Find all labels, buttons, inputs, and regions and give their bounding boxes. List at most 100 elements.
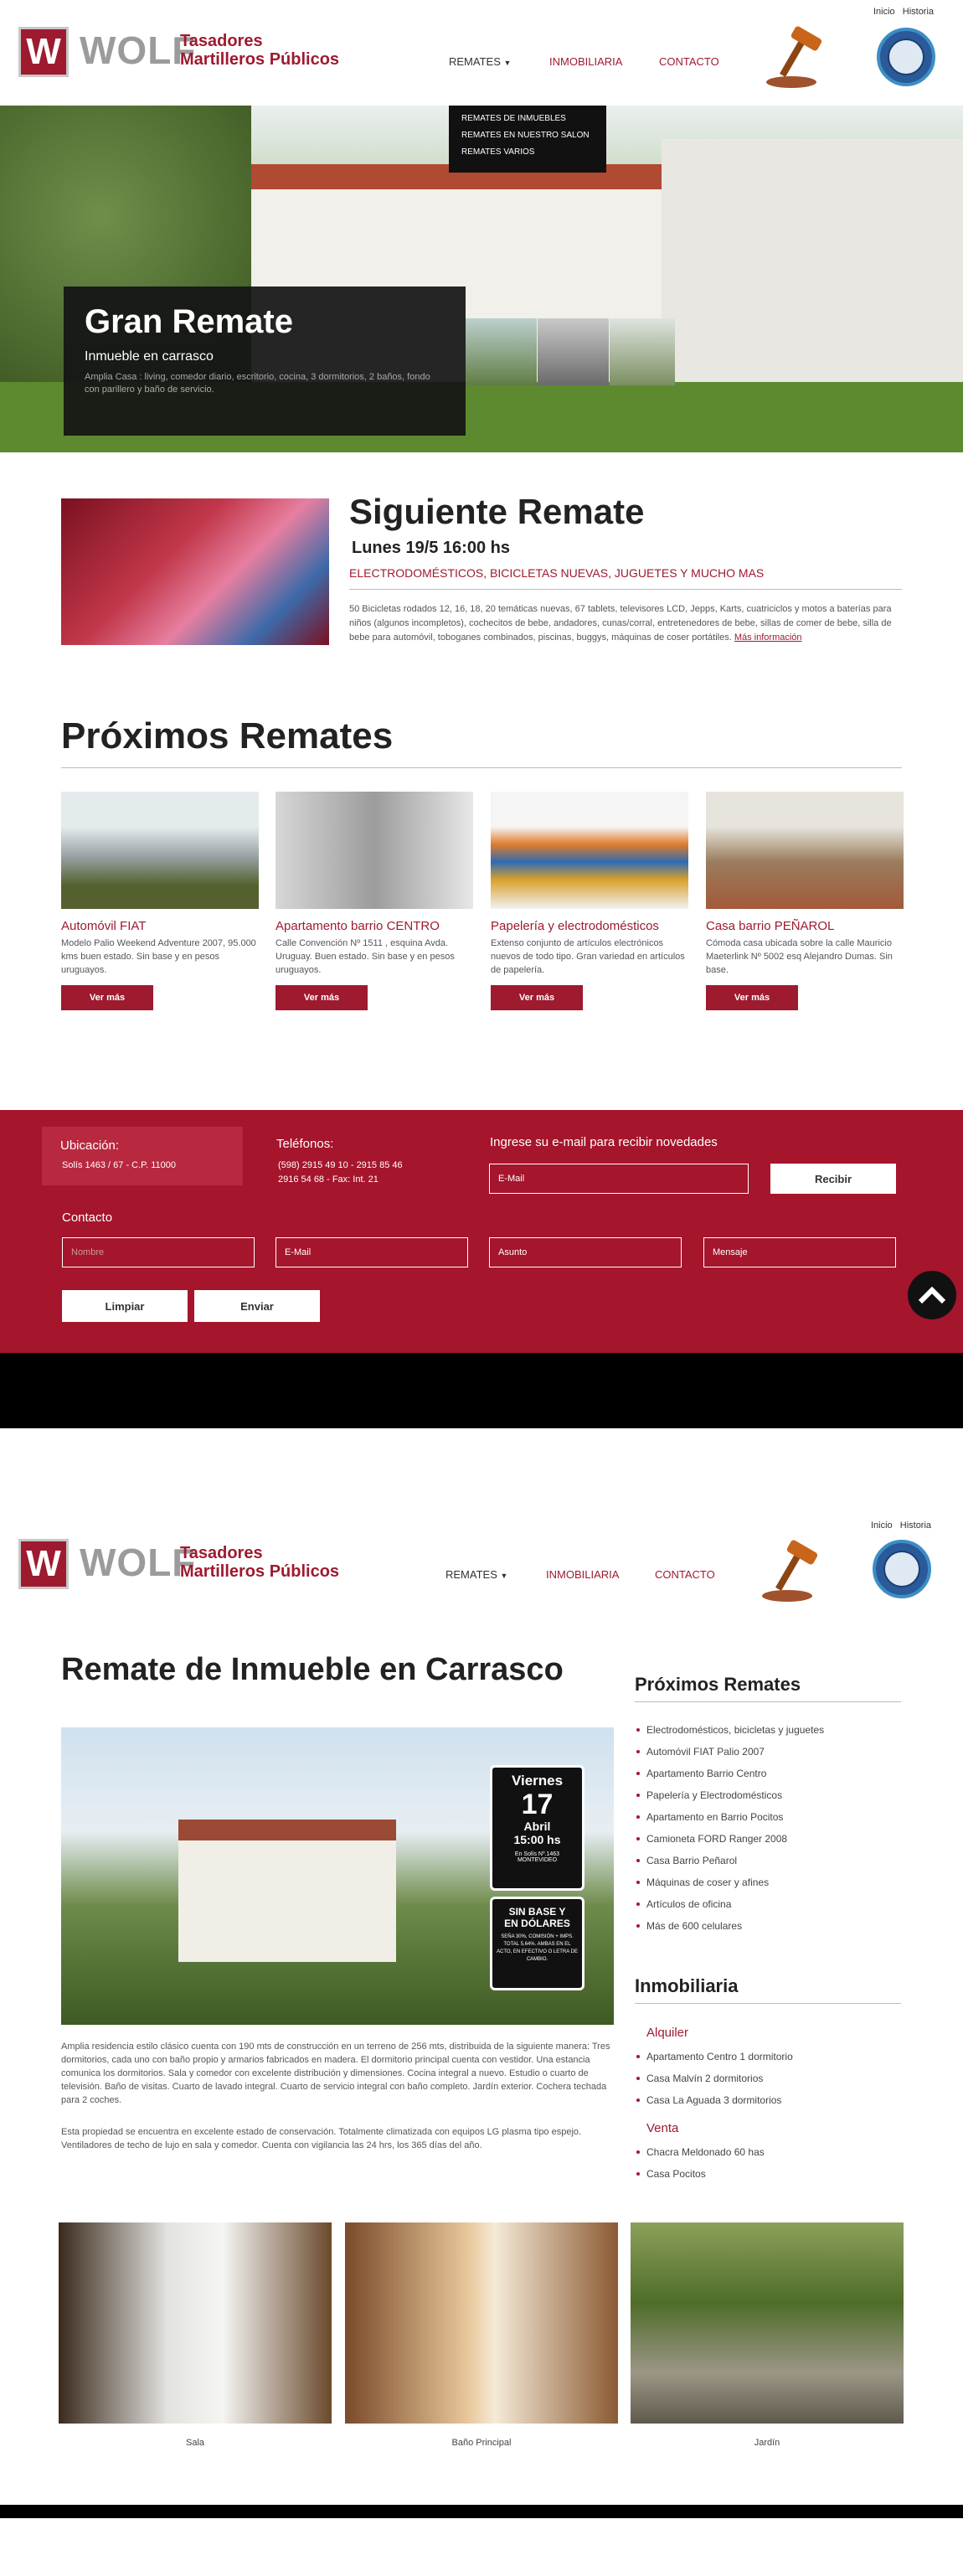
card-text: Extenso conjunto de artículos electrónic…	[491, 938, 685, 975]
sidebar-item[interactable]: Apartamento Centro 1 dormitorio	[636, 2051, 903, 2062]
phone-2: 2916 54 68 - Fax: Int. 21	[278, 1174, 379, 1185]
gallery-caption: Jardín	[754, 2438, 780, 2448]
divider	[61, 767, 902, 768]
sidebar-item[interactable]: Electrodomésticos, bicicletas y juguetes	[636, 1724, 903, 1736]
next-auction-description: 50 Bicicletas rodados 12, 16, 18, 20 tem…	[349, 604, 892, 643]
auction-card: Apartamento barrio CENTRO Calle Convenci…	[276, 792, 473, 1010]
top-links-2: Inicio Historia	[871, 1520, 931, 1531]
sidebar-item[interactable]: Camioneta FORD Ranger 2008	[636, 1833, 903, 1845]
email-field[interactable]: E-Mail	[276, 1237, 468, 1267]
nav-contacto-2[interactable]: CONTACTO	[655, 1568, 715, 1581]
sidebar-item[interactable]: Papelería y Electrodomésticos	[636, 1789, 903, 1801]
venta-list: Chacra Meldonado 60 has Casa Pocitos	[636, 2146, 903, 2190]
chevron-up-icon	[918, 1286, 946, 1304]
tagline: Tasadores Martilleros Públicos	[180, 32, 340, 69]
chevron-down-icon: ▼	[500, 1572, 508, 1580]
sidebar-item[interactable]: Apartamento en Barrio Pocitos	[636, 1811, 903, 1823]
nav-contacto[interactable]: CONTACTO	[659, 55, 719, 68]
newsletter-label: Ingrese su e-mail para recibir novedades	[490, 1135, 718, 1149]
clear-button[interactable]: Limpiar	[62, 1290, 188, 1322]
ver-mas-button[interactable]: Ver más	[491, 985, 583, 1010]
gallery-image[interactable]	[59, 2222, 332, 2424]
ver-mas-button[interactable]: Ver más	[706, 985, 798, 1010]
logo-2[interactable]: W	[18, 1539, 69, 1589]
property-description-1: Amplia residencia estilo clásico cuenta …	[61, 2042, 610, 2105]
next-auction-image	[61, 498, 329, 645]
sidebar-item[interactable]: Chacra Meldonado 60 has	[636, 2146, 903, 2158]
sidebar-item[interactable]: Máquinas de coser y afines	[636, 1877, 903, 1888]
thumbnail[interactable]	[466, 318, 537, 385]
next-auction-title: Siguiente Remate	[349, 492, 645, 531]
location-box	[42, 1127, 243, 1185]
ver-mas-button[interactable]: Ver más	[276, 985, 368, 1010]
name-field[interactable]: Nombre	[62, 1237, 255, 1267]
ver-mas-button[interactable]: Ver más	[61, 985, 153, 1010]
gallery-image[interactable]	[345, 2222, 618, 2424]
scroll-top-button[interactable]	[908, 1271, 956, 1319]
contact-label: Contacto	[62, 1211, 113, 1225]
logo[interactable]: W	[18, 27, 69, 77]
seal-icon	[873, 1540, 931, 1598]
historia-link[interactable]: Historia	[903, 7, 934, 17]
auction-card: Papelería y electrodomésticos Extenso co…	[491, 792, 688, 1010]
venta-label: Venta	[646, 2121, 679, 2135]
sidebar-item[interactable]: Casa Barrio Peñarol	[636, 1855, 903, 1866]
divider	[635, 1701, 901, 1702]
chevron-down-icon: ▼	[503, 59, 512, 67]
card-title[interactable]: Automóvil FIAT	[61, 919, 259, 933]
sidebar-item[interactable]: Más de 600 celulares	[636, 1920, 903, 1932]
gallery-image[interactable]	[631, 2222, 904, 2424]
more-info-link[interactable]: Más información	[734, 632, 802, 643]
card-text: Cómoda casa ubicada sobre la calle Mauri…	[706, 938, 893, 975]
card-image[interactable]	[706, 792, 904, 909]
terms-badge: SIN BASE Y EN DÓLARES SEÑA 30%, COMISIÓN…	[490, 1897, 584, 1990]
property-description-2: Esta propiedad se encuentra en excelente…	[61, 2127, 582, 2150]
sidebar-item[interactable]: Artículos de oficina	[636, 1898, 903, 1910]
card-image[interactable]	[61, 792, 259, 909]
inicio-link[interactable]: Inicio	[871, 1520, 893, 1531]
nav-remates[interactable]: REMATES ▼	[449, 55, 511, 68]
nav-remates-2[interactable]: REMATES ▼	[445, 1568, 507, 1581]
sidebar-item[interactable]: Casa Pocitos	[636, 2168, 903, 2180]
sidebar-item[interactable]: Casa Malvín 2 dormitorios	[636, 2073, 903, 2084]
phone-label: Teléfonos:	[276, 1137, 334, 1151]
dropdown-item[interactable]: REMATES DE INMUEBLES	[461, 114, 594, 123]
alquiler-list: Apartamento Centro 1 dormitorio Casa Mal…	[636, 2051, 903, 2116]
divider	[349, 589, 902, 590]
hero-description: Amplia Casa : living, comedor diario, es…	[85, 372, 430, 395]
dropdown-item[interactable]: REMATES EN NUESTRO SALON	[461, 131, 594, 140]
historia-link[interactable]: Historia	[900, 1520, 931, 1531]
card-image[interactable]	[491, 792, 688, 909]
subject-field[interactable]: Asunto	[489, 1237, 682, 1267]
nav-inmobiliaria-2[interactable]: INMOBILIARIA	[546, 1568, 619, 1581]
sidebar-item[interactable]: Casa La Aguada 3 dormitorios	[636, 2094, 903, 2106]
brand-name: WOLF	[80, 28, 197, 72]
hero-subtitle: Inmueble en carrasco	[85, 349, 214, 364]
thumbnail[interactable]	[610, 318, 675, 385]
auction-card: Casa barrio PEÑAROL Cómoda casa ubicada …	[706, 792, 904, 1010]
next-auction-headline: ELECTRODOMÉSTICOS, BICICLETAS NUEVAS, JU…	[349, 566, 765, 580]
hero-caption: Gran Remate Inmueble en carrasco Amplia …	[64, 287, 466, 436]
send-button[interactable]: Enviar	[194, 1290, 320, 1322]
brand-name-2: WOLF	[80, 1541, 197, 1584]
subscribe-button[interactable]: Recibir	[770, 1164, 896, 1194]
hero-title: Gran Remate	[85, 303, 293, 340]
inicio-link[interactable]: Inicio	[873, 7, 895, 17]
newsletter-email-input[interactable]: E-Mail	[489, 1164, 749, 1194]
card-image[interactable]	[276, 792, 473, 909]
sidebar-item[interactable]: Automóvil FIAT Palio 2007	[636, 1746, 903, 1758]
card-title[interactable]: Casa barrio PEÑAROL	[706, 919, 904, 933]
message-field[interactable]: Mensaje	[703, 1237, 896, 1267]
sidebar-auctions: Electrodomésticos, bicicletas y juguetes…	[636, 1724, 903, 1942]
nav-inmobiliaria[interactable]: INMOBILIARIA	[549, 55, 622, 68]
card-title[interactable]: Papelería y electrodomésticos	[491, 919, 688, 933]
gavel-icon	[762, 1540, 818, 1602]
top-links: Inicio Historia	[873, 7, 934, 17]
dropdown-item[interactable]: REMATES VARIOS	[461, 147, 594, 157]
property-title: Remate de Inmueble en Carrasco	[61, 1652, 564, 1687]
card-title[interactable]: Apartamento barrio CENTRO	[276, 919, 473, 933]
thumbnail[interactable]	[538, 318, 609, 385]
sidebar-item[interactable]: Apartamento Barrio Centro	[636, 1768, 903, 1779]
dropdown-menu: REMATES DE INMUEBLES REMATES EN NUESTRO …	[449, 106, 606, 173]
footer-bar	[0, 1353, 963, 1428]
